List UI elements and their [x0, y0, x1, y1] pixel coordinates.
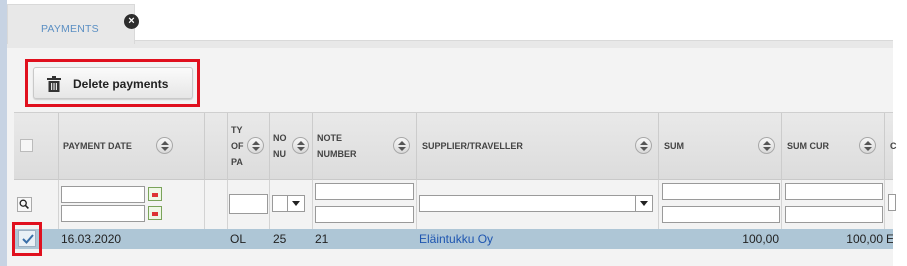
chevron-down-icon [287, 196, 304, 211]
left-edge-strip [0, 0, 7, 266]
header-select-cell [14, 113, 59, 180]
filter-sum [659, 180, 782, 229]
filter-note-number [313, 180, 417, 229]
filter-spacer [205, 180, 228, 229]
payment-date-cell: 16.03.2020 [61, 232, 122, 246]
table-row[interactable]: 16.03.2020 OL 25 21 Eläintukku Oy 100,00… [14, 229, 893, 249]
sort-icon[interactable] [292, 137, 309, 154]
sum-cur-cell: 100,00 [846, 232, 883, 246]
tab-payments[interactable]: PAYMENTS × [7, 4, 139, 44]
no-filter-select[interactable] [272, 195, 305, 212]
no-cell: 25 [273, 232, 287, 246]
column-type[interactable]: TY OF PA [228, 113, 270, 180]
column-payment-date[interactable]: PAYMENT DATE [59, 113, 205, 180]
column-label: PAYMENT DATE [63, 141, 132, 151]
tab-label: PAYMENTS [41, 23, 99, 35]
filter-type [228, 180, 270, 229]
chevron-down-icon [635, 196, 652, 211]
payment-date-to-input[interactable] [61, 205, 145, 222]
column-label: SUM [664, 141, 684, 151]
column-spacer [205, 113, 228, 180]
sort-icon[interactable] [156, 137, 173, 154]
tab-area [7, 0, 900, 44]
tab-bar [7, 40, 893, 48]
column-label: TY [231, 125, 243, 135]
column-label: NUMBER [317, 149, 357, 159]
filter-supplier [417, 180, 659, 229]
type-filter-input[interactable] [229, 194, 268, 214]
sum-cur-from-input[interactable] [785, 183, 883, 200]
column-no[interactable]: NO NU [270, 113, 313, 180]
close-icon[interactable]: × [124, 14, 139, 29]
checkmark-icon [22, 234, 34, 244]
column-label: NOTE [317, 133, 343, 143]
supplier-link[interactable]: Eläintukku Oy [419, 229, 655, 249]
column-sum[interactable]: SUM [659, 113, 782, 180]
filter-row [14, 180, 896, 229]
sum-from-input[interactable] [662, 183, 780, 200]
filter-no [270, 180, 313, 229]
sort-icon[interactable] [758, 137, 775, 154]
column-label: NO [273, 133, 287, 143]
calendar-icon[interactable] [148, 206, 162, 220]
note-number-cell: 21 [315, 232, 329, 246]
cut-filter-input[interactable] [888, 194, 896, 211]
sort-icon[interactable] [859, 137, 876, 154]
column-label: NU [273, 149, 286, 159]
delete-payments-button[interactable]: Delete payments [33, 67, 193, 99]
column-supplier-traveller[interactable]: SUPPLIER/TRAVELLER [417, 113, 659, 180]
delete-payments-label: Delete payments [73, 77, 169, 91]
note-number-to-input[interactable] [315, 206, 414, 223]
sum-cur-to-input[interactable] [785, 206, 883, 223]
filter-sum-cur [782, 180, 885, 229]
payment-date-from-input[interactable] [61, 186, 145, 203]
supplier-filter-select[interactable] [419, 195, 653, 212]
column-label: SUPPLIER/TRAVELLER [422, 141, 523, 151]
filter-payment-date [59, 180, 205, 229]
column-label: C [890, 141, 897, 151]
grid-header: PAYMENT DATE TY OF PA NO NU NOTE NUMBER … [14, 112, 897, 180]
filter-cut-off [885, 180, 896, 229]
column-label: OF [231, 141, 244, 151]
column-sum-cur[interactable]: SUM CUR [782, 113, 885, 180]
column-cut-off[interactable]: C [885, 113, 897, 180]
column-label: SUM CUR [787, 141, 829, 151]
sum-to-input[interactable] [662, 206, 780, 223]
row-select-checkbox[interactable] [18, 230, 36, 247]
sort-icon[interactable] [393, 137, 410, 154]
sort-icon[interactable] [247, 137, 264, 154]
search-icon[interactable] [17, 197, 32, 212]
sort-icon[interactable] [635, 137, 652, 154]
calendar-icon[interactable] [148, 187, 162, 201]
trash-icon [47, 76, 61, 92]
cut-cell: E [886, 232, 893, 246]
sum-cell: 100,00 [742, 232, 779, 246]
note-number-from-input[interactable] [315, 183, 414, 200]
column-label: PA [231, 157, 243, 167]
select-all-checkbox[interactable] [20, 139, 33, 152]
column-note-number[interactable]: NOTE NUMBER [313, 113, 417, 180]
type-cell: OL [230, 232, 247, 246]
